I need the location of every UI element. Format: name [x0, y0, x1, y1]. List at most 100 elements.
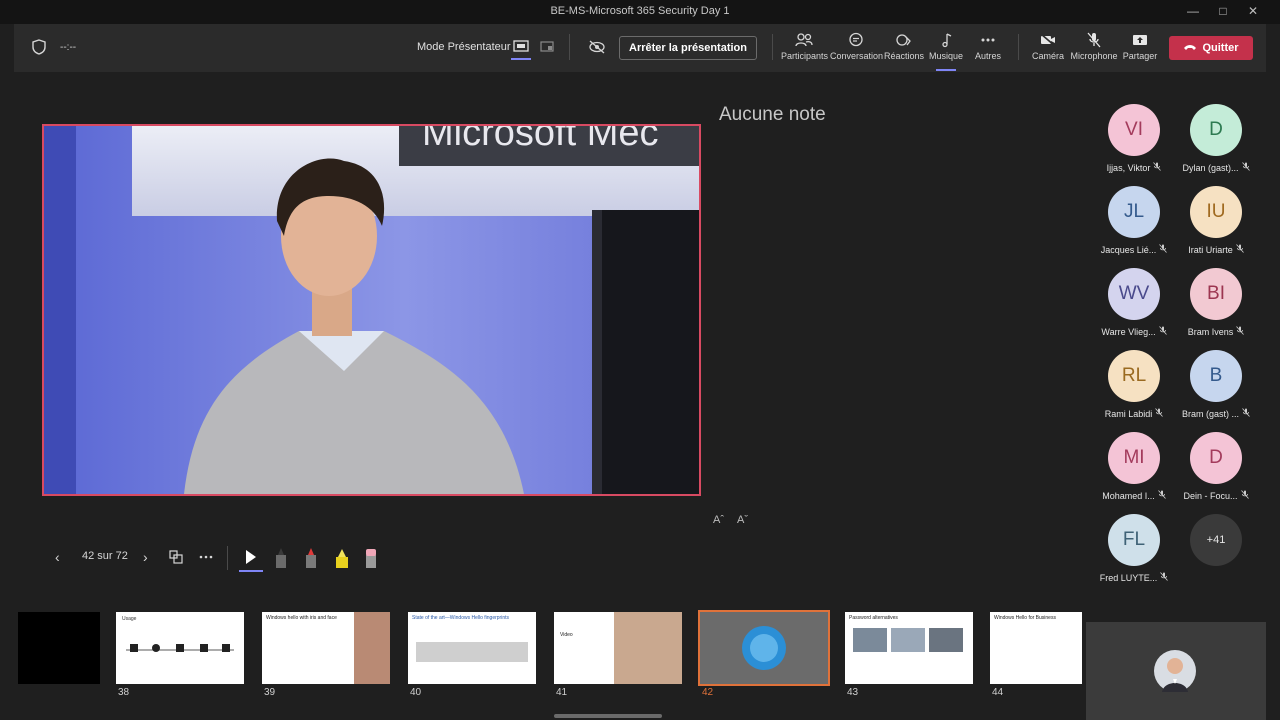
thumb-title: Usage	[122, 616, 137, 622]
reactions-icon	[896, 34, 911, 46]
thumb-number: 44	[992, 687, 1004, 698]
more-participants-tile[interactable]: +41	[1176, 514, 1256, 566]
slide-thumbnail-43[interactable]: Password alternatives	[845, 612, 973, 684]
chat-icon	[849, 32, 863, 47]
more-label: Autres	[974, 51, 1001, 61]
music-label: Musique	[928, 51, 964, 61]
participant-name: Ijjas, Viktor	[1106, 163, 1151, 173]
participant-tile[interactable]: B Bram (gast) ...	[1176, 350, 1256, 419]
camera-button[interactable]: Caméra	[1028, 32, 1068, 61]
highlighter-icon[interactable]	[335, 547, 349, 574]
self-avatar	[1154, 650, 1196, 692]
overflow-count: +41	[1190, 514, 1242, 566]
slide-more-icon[interactable]	[198, 550, 214, 569]
pen-red-icon[interactable]	[305, 547, 317, 574]
leave-meeting-button[interactable]: Quitter	[1169, 36, 1253, 60]
thumbnail-previous[interactable]	[18, 612, 100, 684]
self-video-preview	[1086, 622, 1266, 720]
participant-avatar: BI	[1190, 268, 1242, 320]
participant-tile[interactable]: D Dylan (gast)...	[1176, 104, 1256, 173]
muted-mic-icon	[1242, 408, 1250, 419]
more-button[interactable]: Autres	[970, 32, 1006, 61]
presenter-view-icon[interactable]	[513, 39, 529, 58]
microphone-off-icon	[1087, 32, 1101, 48]
participant-name-row: Mohamed I...	[1094, 490, 1174, 501]
decrease-font-button[interactable]: Aˇ	[737, 514, 748, 526]
participant-name: Dylan (gast)...	[1182, 163, 1239, 173]
thumb-title: State of the art—Windows Hello fingerpri…	[412, 615, 509, 621]
participant-tile[interactable]: IU Irati Uriarte	[1176, 186, 1256, 255]
next-slide-button[interactable]: ›	[143, 549, 148, 565]
thumb-number: 43	[847, 687, 859, 698]
slide-thumbnail-44[interactable]: Windows Hello for Business	[990, 612, 1082, 684]
participant-avatar: IU	[1190, 186, 1242, 238]
previous-slide-button[interactable]: ‹	[55, 549, 60, 565]
phone-hangup-icon	[1183, 36, 1197, 60]
participants-button[interactable]: Participants	[781, 32, 828, 61]
hide-presenter-icon[interactable]	[588, 39, 606, 60]
participant-name: Warre Vlieg...	[1101, 327, 1156, 337]
slide-thumbnail-38[interactable]: Usage	[116, 612, 244, 684]
participant-avatar: RL	[1108, 350, 1160, 402]
participant-avatar: FL	[1108, 514, 1160, 566]
minimize-button[interactable]: —	[1178, 0, 1208, 24]
participant-name: Dein - Focu...	[1183, 491, 1238, 501]
notes-placeholder: Aucune note	[719, 104, 826, 125]
tile-image-1	[853, 628, 887, 652]
eraser-icon[interactable]	[365, 547, 377, 574]
more-icon	[981, 38, 995, 42]
standout-view-icon[interactable]	[540, 40, 554, 58]
thumb-number: 38	[118, 687, 130, 698]
thumb-title: Windows hello with iris and face	[266, 615, 337, 621]
share-button[interactable]: Partager	[1120, 32, 1160, 61]
toolbar-divider	[1018, 34, 1019, 60]
participant-avatar: WV	[1108, 268, 1160, 320]
participant-name: Rami Labidi	[1104, 409, 1153, 419]
slide-counter: 42 sur 72	[82, 550, 128, 562]
muted-mic-icon	[1159, 244, 1168, 255]
participant-name: Irati Uriarte	[1188, 245, 1233, 255]
slide-thumbnail-42-current[interactable]	[698, 610, 830, 686]
stop-presenting-button[interactable]: Arrêter la présentation	[619, 36, 757, 60]
title-bar: BE-MS-Microsoft 365 Security Day 1 — □ ✕	[0, 0, 1280, 24]
reactions-label: Réactions	[884, 51, 925, 61]
participant-tile[interactable]: VI Ijjas, Viktor	[1094, 104, 1174, 173]
participant-name-row: Dylan (gast)...	[1176, 162, 1256, 173]
thumb-number: 39	[264, 687, 276, 698]
maximize-button[interactable]: □	[1208, 0, 1238, 24]
slide-thumbnail-40[interactable]: State of the art—Windows Hello fingerpri…	[408, 612, 536, 684]
chat-button[interactable]: Conversation	[830, 32, 883, 61]
reactions-button[interactable]: Réactions	[884, 32, 924, 61]
music-active-underline	[936, 69, 956, 71]
filmstrip-scrollbar[interactable]	[554, 714, 662, 718]
microphone-button[interactable]: Microphone	[1070, 32, 1118, 61]
grid-view-icon[interactable]	[169, 550, 183, 569]
participant-tile[interactable]: MI Mohamed I...	[1094, 432, 1174, 501]
participant-tile[interactable]: RL Rami Labidi	[1094, 350, 1174, 419]
increase-font-button[interactable]: Aˆ	[713, 514, 724, 526]
participant-tile[interactable]: BI Bram Ivens	[1176, 268, 1256, 337]
pen-black-icon[interactable]	[275, 547, 287, 574]
camera-off-icon	[1040, 33, 1056, 47]
camera-label: Caméra	[1031, 51, 1064, 61]
participant-tile[interactable]: FL Fred LUYTE...	[1094, 514, 1174, 583]
participant-tile[interactable]: WV Warre Vlieg...	[1094, 268, 1174, 337]
participant-name: Mohamed I...	[1102, 491, 1155, 501]
participant-tile[interactable]: JL Jacques Lié...	[1094, 186, 1174, 255]
slide-thumbnail-41[interactable]: Video	[554, 612, 682, 684]
muted-mic-icon	[1155, 408, 1164, 419]
presenter-mode-label: Mode Présentateur	[417, 41, 511, 53]
muted-mic-icon	[1158, 326, 1167, 337]
music-button[interactable]: Musique	[928, 32, 964, 61]
participant-name-row: Jacques Lié...	[1094, 244, 1174, 255]
laser-pointer-icon[interactable]	[244, 549, 258, 570]
participant-name: Jacques Lié...	[1100, 245, 1157, 255]
participant-avatar: JL	[1108, 186, 1160, 238]
participant-name-row: Rami Labidi	[1094, 408, 1174, 419]
close-window-button[interactable]: ✕	[1238, 0, 1268, 24]
music-note-icon	[942, 33, 952, 48]
participant-name-row: Bram Ivens	[1176, 326, 1256, 337]
participant-tile[interactable]: D Dein - Focu...	[1176, 432, 1256, 501]
leave-label: Quitter	[1202, 42, 1239, 54]
slide-thumbnail-39[interactable]: Windows hello with iris and face	[262, 612, 390, 684]
